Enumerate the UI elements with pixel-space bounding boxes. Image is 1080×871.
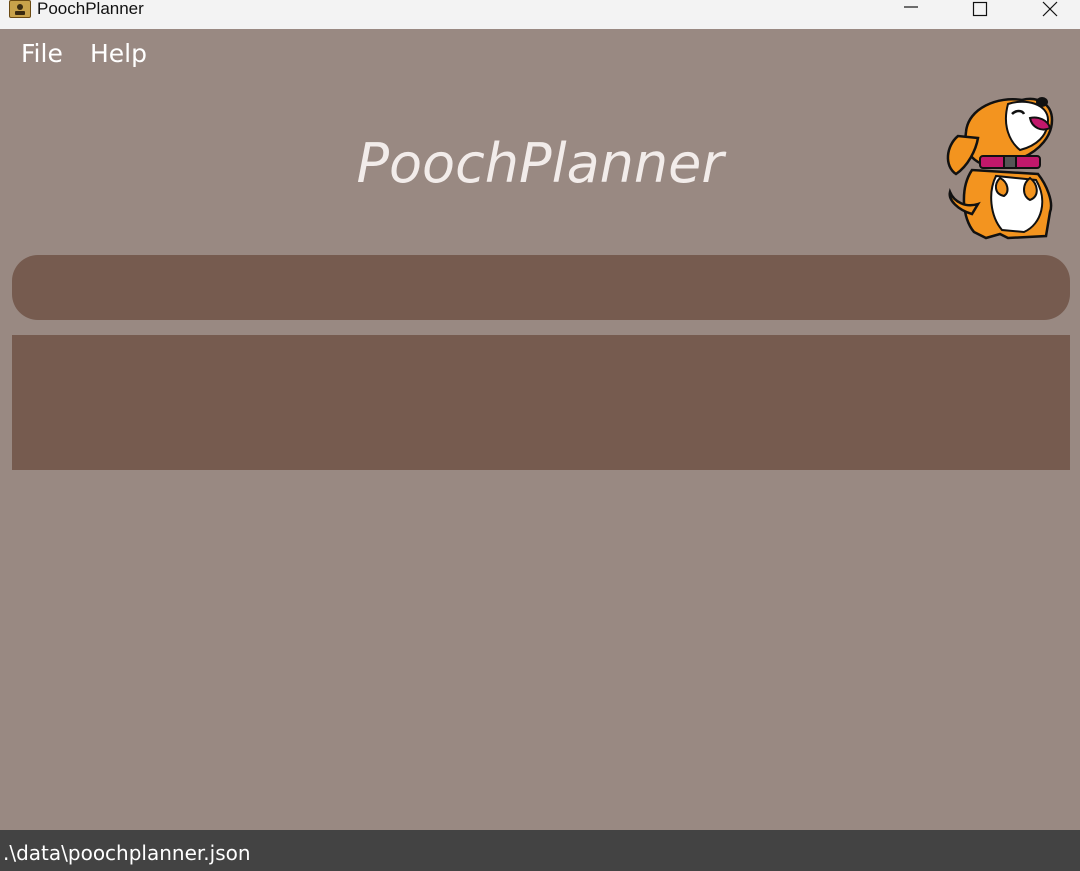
- status-bar: .\data\poochplanner.json: [0, 830, 1080, 871]
- close-icon: [1042, 1, 1058, 17]
- close-button[interactable]: [1027, 0, 1073, 18]
- menu-bar: File Help: [0, 29, 1080, 79]
- maximize-button[interactable]: [957, 0, 1003, 18]
- window-title: PoochPlanner: [37, 0, 144, 18]
- result-display: [12, 335, 1070, 470]
- minimize-button[interactable]: [888, 0, 934, 18]
- dog-mascot-icon: [946, 97, 1054, 240]
- app-icon: [9, 0, 31, 18]
- maximize-icon: [972, 1, 988, 17]
- menu-help[interactable]: Help: [90, 39, 147, 68]
- menu-file[interactable]: File: [21, 39, 63, 68]
- status-file-path: .\data\poochplanner.json: [3, 841, 251, 865]
- window-title-bar: PoochPlanner: [0, 0, 1080, 29]
- app-title: PoochPlanner: [356, 132, 724, 195]
- minimize-icon: [904, 6, 918, 8]
- command-box[interactable]: [12, 255, 1070, 320]
